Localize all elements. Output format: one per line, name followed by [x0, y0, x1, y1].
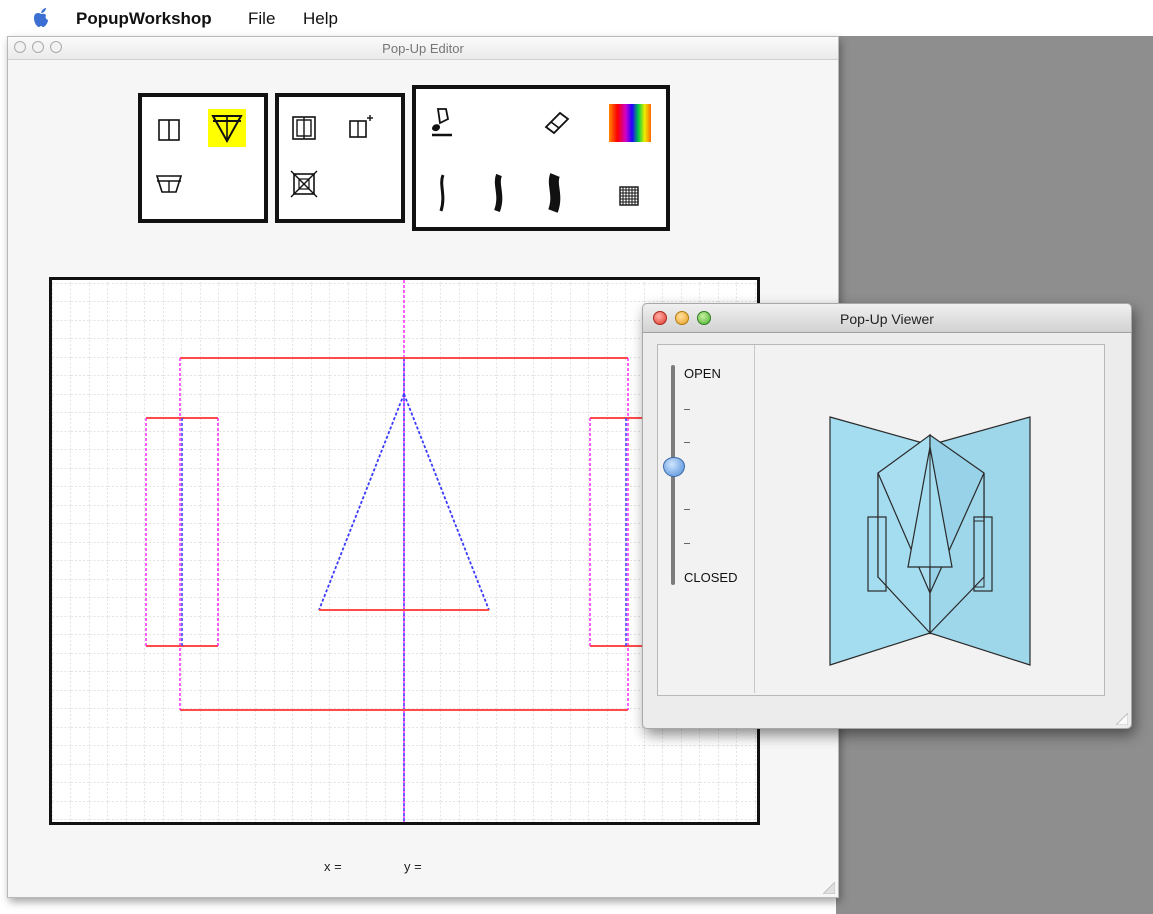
paint-brush-tool[interactable] [426, 105, 460, 139]
slider-tick [684, 509, 690, 510]
x-coordinate-label: x = [324, 859, 342, 874]
pop-up-viewer-window: Pop-Up Viewer OPEN CLOSED [642, 303, 1132, 729]
parallel-fold-icon [158, 119, 180, 141]
medium-line-tool[interactable] [482, 171, 516, 215]
delete-fold-icon [290, 170, 318, 198]
add-fold-icon [349, 115, 373, 138]
trapezoid-fold-icon [155, 175, 183, 193]
resize-grip-icon[interactable] [823, 882, 835, 894]
v-fold-icon [211, 115, 243, 144]
trapezoid-fold-tool[interactable] [152, 167, 186, 201]
closed-label: CLOSED [684, 570, 738, 585]
paint-brush-icon [432, 108, 452, 137]
pop-up-3d-model [829, 416, 1031, 666]
add-fold-tool[interactable] [343, 111, 377, 145]
slider-knob[interactable] [663, 457, 685, 477]
slider-tick [684, 543, 690, 544]
open-close-slider-area: OPEN CLOSED [658, 345, 755, 693]
slider-tick [684, 442, 690, 443]
grid-tool[interactable] [612, 179, 646, 213]
parallel-fold-tool[interactable] [152, 113, 186, 147]
open-label: OPEN [684, 366, 721, 381]
file-menu[interactable]: File [248, 9, 275, 29]
color-spectrum-icon [609, 104, 651, 142]
y-coordinate-label: y = [404, 859, 422, 874]
menu-bar: PopupWorkshop File Help [0, 0, 1153, 36]
structure-palette [275, 93, 405, 223]
medium-line-icon [494, 173, 503, 213]
viewer-panel: OPEN CLOSED [657, 344, 1105, 696]
help-menu[interactable]: Help [303, 9, 338, 29]
viewer-window-title: Pop-Up Viewer [840, 311, 934, 327]
eraser-tool[interactable] [540, 105, 574, 139]
box-fold-icon [292, 116, 316, 140]
color-spectrum-tool[interactable] [608, 103, 652, 143]
apple-logo-icon[interactable] [30, 7, 52, 29]
fold-type-palette [138, 93, 268, 223]
viewer-resize-grip-icon[interactable] [1116, 713, 1128, 725]
editor-window-title: Pop-Up Editor [382, 41, 464, 56]
delete-fold-tool[interactable] [287, 167, 321, 201]
drawing-tools-palette [412, 85, 670, 231]
slider-tick [684, 409, 690, 410]
editor-title-bar[interactable]: Pop-Up Editor [8, 37, 838, 60]
thick-line-icon [548, 173, 561, 213]
viewer-title-bar[interactable]: Pop-Up Viewer [643, 304, 1131, 333]
thin-line-icon [439, 174, 445, 212]
grid-icon [619, 186, 639, 206]
v-fold-tool[interactable] [208, 109, 246, 147]
box-fold-tool[interactable] [287, 111, 321, 145]
eraser-icon [544, 111, 570, 135]
app-name-menu[interactable]: PopupWorkshop [76, 9, 212, 29]
thin-line-tool[interactable] [426, 171, 460, 215]
thick-line-tool[interactable] [538, 171, 572, 215]
